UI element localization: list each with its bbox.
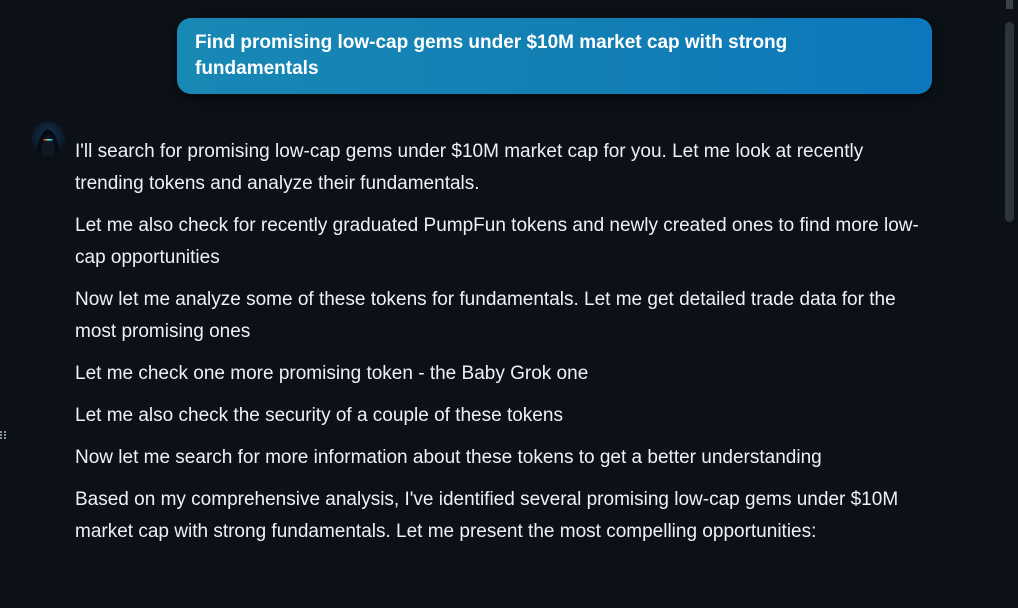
assistant-paragraph-2: Let me also check for recently graduated… — [75, 215, 919, 268]
panel-resize-handle[interactable] — [0, 428, 8, 442]
assistant-paragraph-4: Let me check one more promising token - … — [75, 363, 589, 384]
assistant-paragraph-3: Now let me analyze some of these tokens … — [75, 289, 896, 342]
assistant-paragraph-1: I'll search for promising low-cap gems u… — [75, 141, 864, 194]
chat-viewport: Find promising low-cap gems under $10M m… — [0, 0, 1018, 608]
scroll-up-arrow-icon[interactable] — [1006, 0, 1013, 9]
assistant-message: I'll search for promising low-cap gems u… — [75, 136, 935, 558]
assistant-paragraph-7: Based on my comprehensive analysis, I've… — [75, 489, 899, 542]
assistant-paragraph-5: Let me also check the security of a coup… — [75, 405, 563, 426]
assistant-avatar — [31, 122, 65, 156]
user-message-bubble: Find promising low-cap gems under $10M m… — [177, 18, 932, 94]
vertical-scrollbar[interactable] — [1005, 0, 1014, 608]
hooded-figure-icon — [37, 125, 59, 156]
user-message-text: Find promising low-cap gems under $10M m… — [195, 32, 788, 79]
scrollbar-thumb[interactable] — [1005, 22, 1014, 222]
assistant-paragraph-6: Now let me search for more information a… — [75, 447, 822, 468]
